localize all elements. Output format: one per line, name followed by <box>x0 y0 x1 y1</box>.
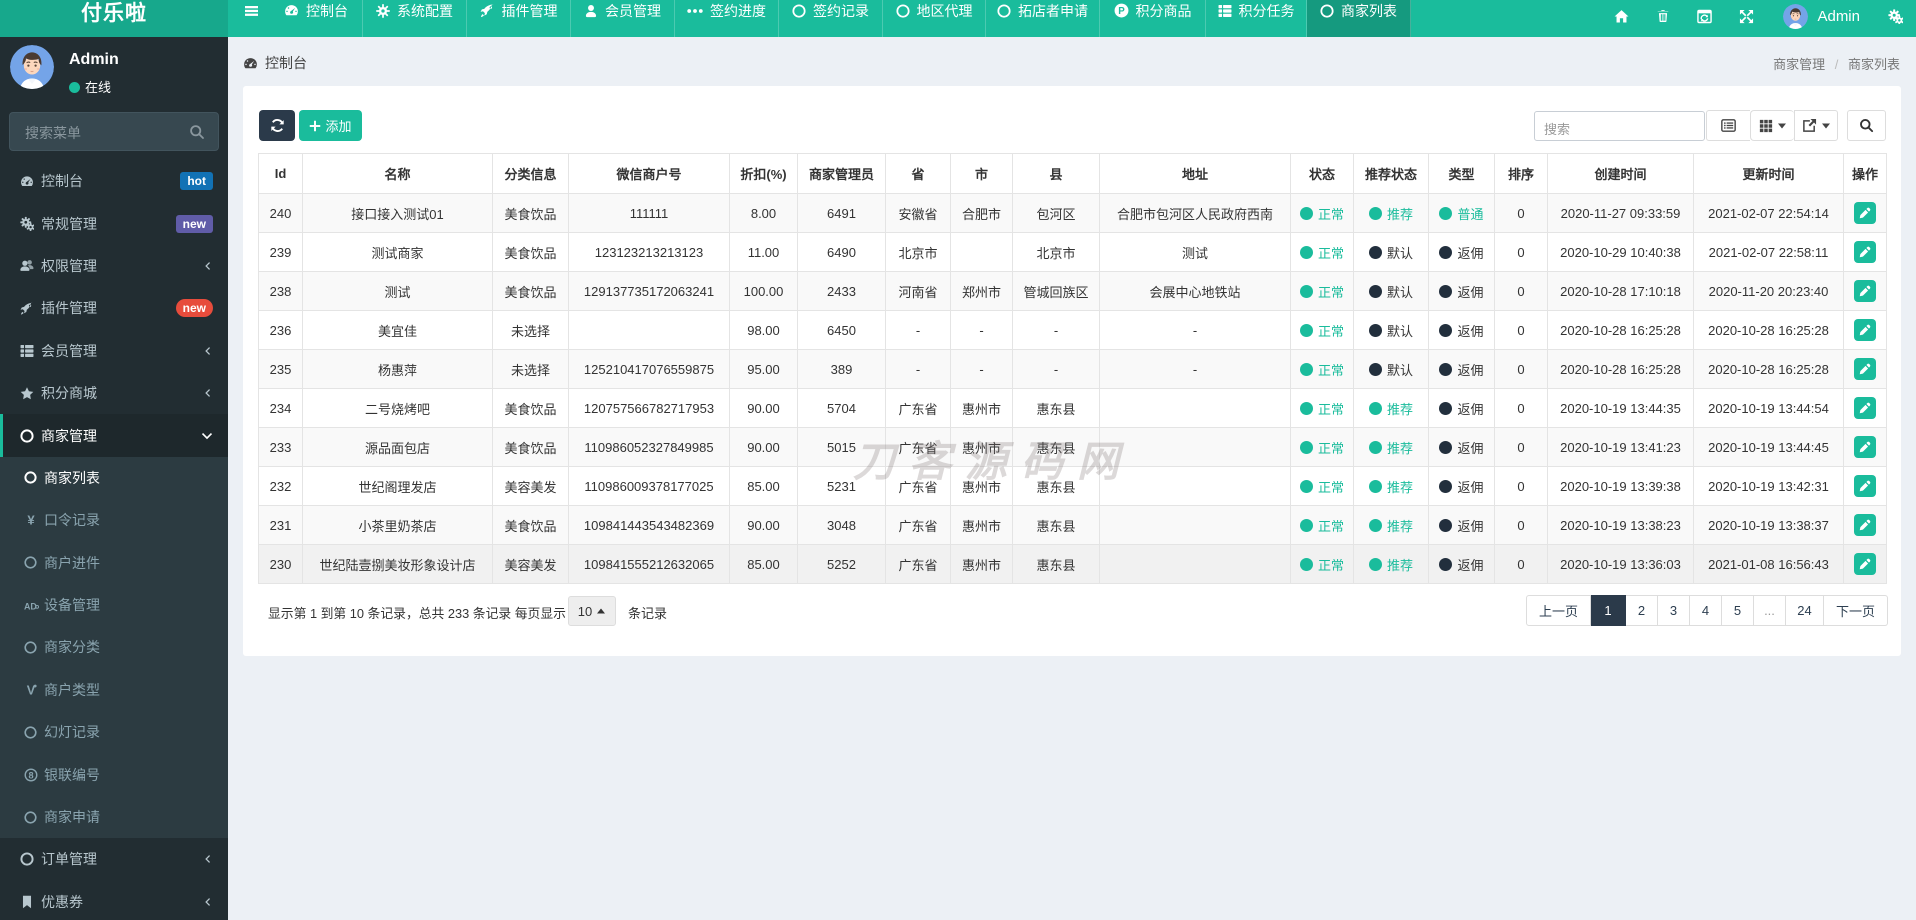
svg-text:P: P <box>1118 6 1125 17</box>
svg-text:¥: ¥ <box>27 513 35 527</box>
svg-text:8: 8 <box>28 770 33 780</box>
